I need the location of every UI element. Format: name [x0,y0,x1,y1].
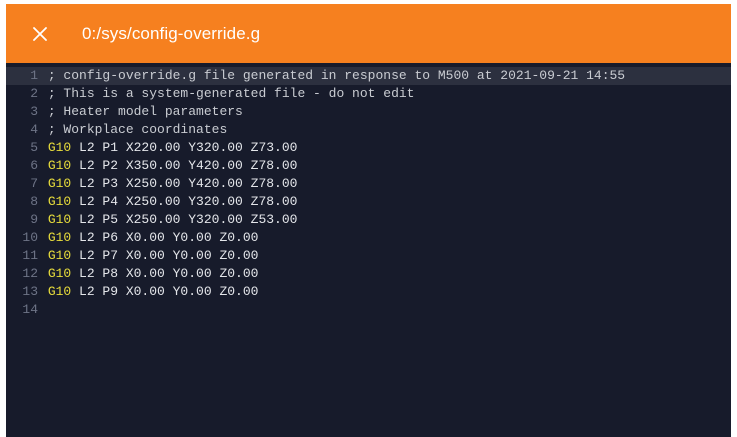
line-number: 7 [30,176,38,191]
line-number: 14 [22,302,38,317]
file-path-title: 0:/sys/config-override.g [82,23,261,43]
close-button[interactable] [28,22,52,46]
code-line[interactable]: 6 G10 L2 P2 X350.00 Y420.00 Z78.00 [6,157,731,175]
line-content: G10 L2 P7 X0.00 Y0.00 Z0.00 [40,247,259,265]
code-line[interactable]: 9 G10 L2 P5 X250.00 Y320.00 Z53.00 [6,211,731,229]
line-content: G10 L2 P3 X250.00 Y420.00 Z78.00 [40,175,298,193]
line-content: G10 L2 P9 X0.00 Y0.00 Z0.00 [40,283,259,301]
gcode-command: G10 [47,230,72,245]
line-number: 5 [30,140,38,155]
code-line[interactable]: 3 ; Heater model parameters [6,103,731,121]
line-content: G10 L2 P8 X0.00 Y0.00 Z0.00 [40,265,259,283]
gcode-parameters: L2 P3 X250.00 Y420.00 Z78.00 [71,176,298,191]
gcode-parameters: L2 P8 X0.00 Y0.00 Z0.00 [71,266,259,281]
line-content: G10 L2 P4 X250.00 Y320.00 Z78.00 [40,193,298,211]
code-line[interactable]: 11 G10 L2 P7 X0.00 Y0.00 Z0.00 [6,247,731,265]
gcode-parameters: L2 P7 X0.00 Y0.00 Z0.00 [71,248,259,263]
code-line[interactable]: 14 [6,301,731,319]
code-line[interactable]: 10 G10 L2 P6 X0.00 Y0.00 Z0.00 [6,229,731,247]
line-number: 4 [30,122,38,137]
file-editor-dialog: 0:/sys/config-override.g 1 ; config-over… [0,0,737,437]
gcode-command: G10 [47,212,72,227]
line-number: 2 [30,86,38,101]
line-number: 8 [30,194,38,209]
code-line[interactable]: 7 G10 L2 P3 X250.00 Y420.00 Z78.00 [6,175,731,193]
line-number: 1 [30,68,38,83]
line-number: 6 [30,158,38,173]
code-line[interactable]: 12 G10 L2 P8 X0.00 Y0.00 Z0.00 [6,265,731,283]
line-number: 3 [30,104,38,119]
gcode-parameters: L2 P2 X350.00 Y420.00 Z78.00 [71,158,298,173]
line-number: 9 [30,212,38,227]
code-line[interactable]: 1 ; config-override.g file generated in … [6,67,731,85]
editor-lines: 1 ; config-override.g file generated in … [6,67,731,319]
comment-text: ; config-override.g file generated in re… [47,68,626,83]
line-number: 11 [22,248,38,263]
gcode-command: G10 [47,140,72,155]
code-editor[interactable]: 1 ; config-override.g file generated in … [6,63,731,437]
line-content: ; This is a system-generated file - do n… [40,85,415,103]
line-content: ; Heater model parameters [40,103,243,121]
line-content: G10 L2 P2 X350.00 Y420.00 Z78.00 [40,157,298,175]
close-icon [33,26,47,41]
code-line[interactable]: 13 G10 L2 P9 X0.00 Y0.00 Z0.00 [6,283,731,301]
gcode-command: G10 [47,194,72,209]
gcode-parameters: L2 P4 X250.00 Y320.00 Z78.00 [71,194,298,209]
line-number: 12 [22,266,38,281]
gcode-parameters: L2 P9 X0.00 Y0.00 Z0.00 [71,284,259,299]
comment-text: ; Heater model parameters [47,104,243,119]
line-number: 13 [22,284,38,299]
line-content: ; Workplace coordinates [40,121,227,139]
line-content: G10 L2 P6 X0.00 Y0.00 Z0.00 [40,229,259,247]
gcode-command: G10 [47,158,72,173]
line-number: 10 [22,230,38,245]
gcode-command: G10 [47,248,72,263]
code-line[interactable]: 2 ; This is a system-generated file - do… [6,85,731,103]
line-content: G10 L2 P5 X250.00 Y320.00 Z53.00 [40,211,298,229]
line-content: G10 L2 P1 X220.00 Y320.00 Z73.00 [40,139,298,157]
line-content: ; config-override.g file generated in re… [40,67,625,85]
gcode-command: G10 [47,176,72,191]
code-line[interactable]: 5 G10 L2 P1 X220.00 Y320.00 Z73.00 [6,139,731,157]
comment-text: ; Workplace coordinates [47,122,228,137]
gcode-command: G10 [47,284,72,299]
gcode-parameters: L2 P5 X250.00 Y320.00 Z53.00 [71,212,298,227]
comment-text: ; This is a system-generated file - do n… [47,86,415,101]
dialog-titlebar: 0:/sys/config-override.g [6,4,731,63]
gcode-parameters: L2 P1 X220.00 Y320.00 Z73.00 [71,140,298,155]
line-content [40,301,48,319]
gcode-parameters: L2 P6 X0.00 Y0.00 Z0.00 [71,230,259,245]
code-line[interactable]: 4 ; Workplace coordinates [6,121,731,139]
gcode-command: G10 [47,266,72,281]
code-line[interactable]: 8 G10 L2 P4 X250.00 Y320.00 Z78.00 [6,193,731,211]
